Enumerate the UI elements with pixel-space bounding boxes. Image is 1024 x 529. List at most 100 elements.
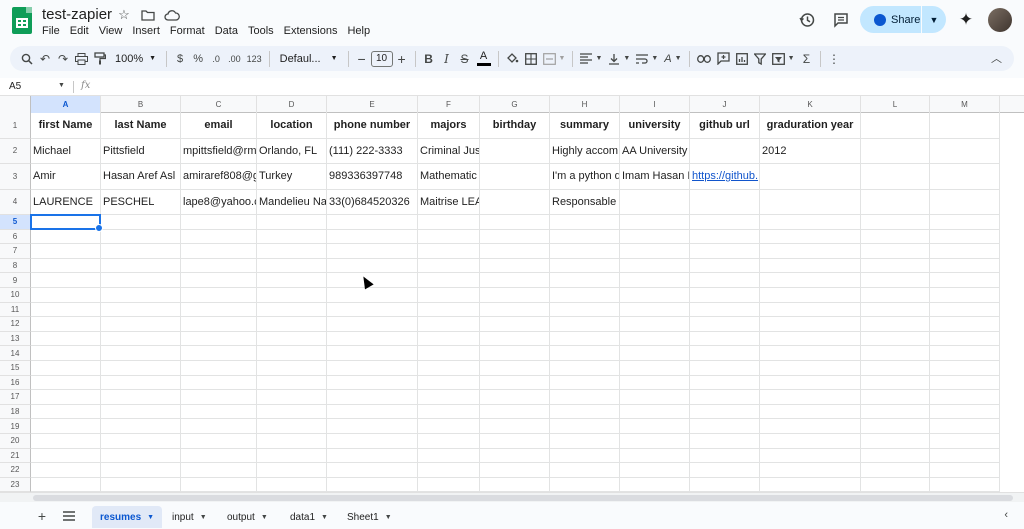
cell-e13[interactable] xyxy=(327,331,418,347)
cell-i3[interactable]: Imam Hasan I xyxy=(620,164,690,190)
undo-icon[interactable]: ↶ xyxy=(36,49,54,69)
cell-c8[interactable] xyxy=(181,258,257,274)
zoom-select[interactable]: 100% ▼ xyxy=(109,49,162,69)
cell-a22[interactable] xyxy=(31,463,101,478)
cell-j1[interactable]: github url xyxy=(690,113,760,139)
cell-l11[interactable] xyxy=(861,302,930,318)
row-header-7[interactable]: 7 xyxy=(0,244,31,259)
cell-f4[interactable]: Maitrise LEA xyxy=(418,189,480,215)
cell-l15[interactable] xyxy=(861,361,930,376)
cell-h8[interactable] xyxy=(550,258,620,274)
increase-decimal-button[interactable]: .00 xyxy=(225,49,244,69)
cell-d9[interactable] xyxy=(257,273,327,288)
cell-i21[interactable] xyxy=(620,448,690,464)
cell-j12[interactable] xyxy=(690,317,760,332)
cell-k18[interactable] xyxy=(760,404,861,420)
column-header-j[interactable]: J xyxy=(690,96,760,113)
cell-i16[interactable] xyxy=(620,375,690,391)
cell-h7[interactable] xyxy=(550,244,620,259)
row-header-8[interactable]: 8 xyxy=(0,258,31,274)
cell-j20[interactable] xyxy=(690,434,760,449)
sheet-tab-sheet1[interactable]: Sheet1 ▼ xyxy=(339,506,400,528)
cell-c17[interactable] xyxy=(181,390,257,405)
cell-e9[interactable] xyxy=(327,273,418,288)
gemini-sparkle-icon[interactable]: ✦ xyxy=(955,9,977,31)
cell-b4[interactable]: PESCHEL xyxy=(101,189,181,215)
cell-j17[interactable] xyxy=(690,390,760,405)
cell-c6[interactable] xyxy=(181,229,257,245)
formula-input[interactable] xyxy=(100,80,1000,94)
cell-c19[interactable] xyxy=(181,419,257,434)
cell-d16[interactable] xyxy=(257,375,327,391)
cell-k3[interactable] xyxy=(760,164,861,190)
cell-d13[interactable] xyxy=(257,331,327,347)
cell-l18[interactable] xyxy=(861,404,930,420)
row-header-19[interactable]: 19 xyxy=(0,419,31,434)
functions-icon[interactable]: Σ xyxy=(798,49,816,69)
active-cell-selection[interactable] xyxy=(30,214,103,232)
cell-l8[interactable] xyxy=(861,258,930,274)
cell-d21[interactable] xyxy=(257,448,327,464)
column-header-e[interactable]: E xyxy=(327,96,418,113)
cell-h3[interactable]: I'm a python d xyxy=(550,164,620,190)
cell-h23[interactable] xyxy=(550,477,620,492)
cell-d8[interactable] xyxy=(257,258,327,274)
cell-c10[interactable] xyxy=(181,288,257,303)
cell-c18[interactable] xyxy=(181,404,257,420)
cell-h20[interactable] xyxy=(550,434,620,449)
cell-b8[interactable] xyxy=(101,258,181,274)
cell-b1[interactable]: last Name xyxy=(101,113,181,139)
cell-k17[interactable] xyxy=(760,390,861,405)
cell-l20[interactable] xyxy=(861,434,930,449)
cell-a8[interactable] xyxy=(31,258,101,274)
cell-e11[interactable] xyxy=(327,302,418,318)
cell-b13[interactable] xyxy=(101,331,181,347)
cell-i9[interactable] xyxy=(620,273,690,288)
cell-f1[interactable]: majors xyxy=(418,113,480,139)
cell-e3[interactable]: 989336397748 xyxy=(327,164,418,190)
cell-c22[interactable] xyxy=(181,463,257,478)
cell-k22[interactable] xyxy=(760,463,861,478)
row-header-21[interactable]: 21 xyxy=(0,448,31,464)
collapse-sidebar-icon[interactable]: ‹ xyxy=(1004,509,1008,521)
cell-a16[interactable] xyxy=(31,375,101,391)
row-header-20[interactable]: 20 xyxy=(0,434,31,449)
cell-b5[interactable] xyxy=(101,215,181,230)
sheet-tab-input[interactable]: input ▼ xyxy=(164,506,215,528)
cell-e2[interactable]: (111) 222-3333 xyxy=(327,138,418,164)
cell-k14[interactable] xyxy=(760,346,861,361)
redo-icon[interactable]: ↷ xyxy=(54,49,72,69)
cell-i14[interactable] xyxy=(620,346,690,361)
cell-a19[interactable] xyxy=(31,419,101,434)
cell-l22[interactable] xyxy=(861,463,930,478)
row-header-14[interactable]: 14 xyxy=(0,346,31,361)
cell-l13[interactable] xyxy=(861,331,930,347)
cell-m18[interactable] xyxy=(930,404,1000,420)
cell-h17[interactable] xyxy=(550,390,620,405)
move-to-folder-icon[interactable] xyxy=(140,7,156,23)
row-header-16[interactable]: 16 xyxy=(0,375,31,391)
cell-k15[interactable] xyxy=(760,361,861,376)
cell-g21[interactable] xyxy=(480,448,550,464)
fill-color-icon[interactable] xyxy=(503,49,522,69)
cell-k11[interactable] xyxy=(760,302,861,318)
cell-h15[interactable] xyxy=(550,361,620,376)
cell-g5[interactable] xyxy=(480,215,550,230)
cell-d4[interactable]: Mandelieu Na xyxy=(257,189,327,215)
cell-g18[interactable] xyxy=(480,404,550,420)
cell-k8[interactable] xyxy=(760,258,861,274)
cell-j6[interactable] xyxy=(690,229,760,245)
cell-g12[interactable] xyxy=(480,317,550,332)
cell-m16[interactable] xyxy=(930,375,1000,391)
cell-h19[interactable] xyxy=(550,419,620,434)
cell-b14[interactable] xyxy=(101,346,181,361)
cell-m10[interactable] xyxy=(930,288,1000,303)
cell-a9[interactable] xyxy=(31,273,101,288)
cell-h1[interactable]: summary xyxy=(550,113,620,139)
cell-l6[interactable] xyxy=(861,229,930,245)
cell-c9[interactable] xyxy=(181,273,257,288)
sheet-tab-dropdown-icon[interactable]: ▼ xyxy=(147,514,154,521)
cell-h4[interactable]: Responsable xyxy=(550,189,620,215)
cell-d6[interactable] xyxy=(257,229,327,245)
cell-c12[interactable] xyxy=(181,317,257,332)
